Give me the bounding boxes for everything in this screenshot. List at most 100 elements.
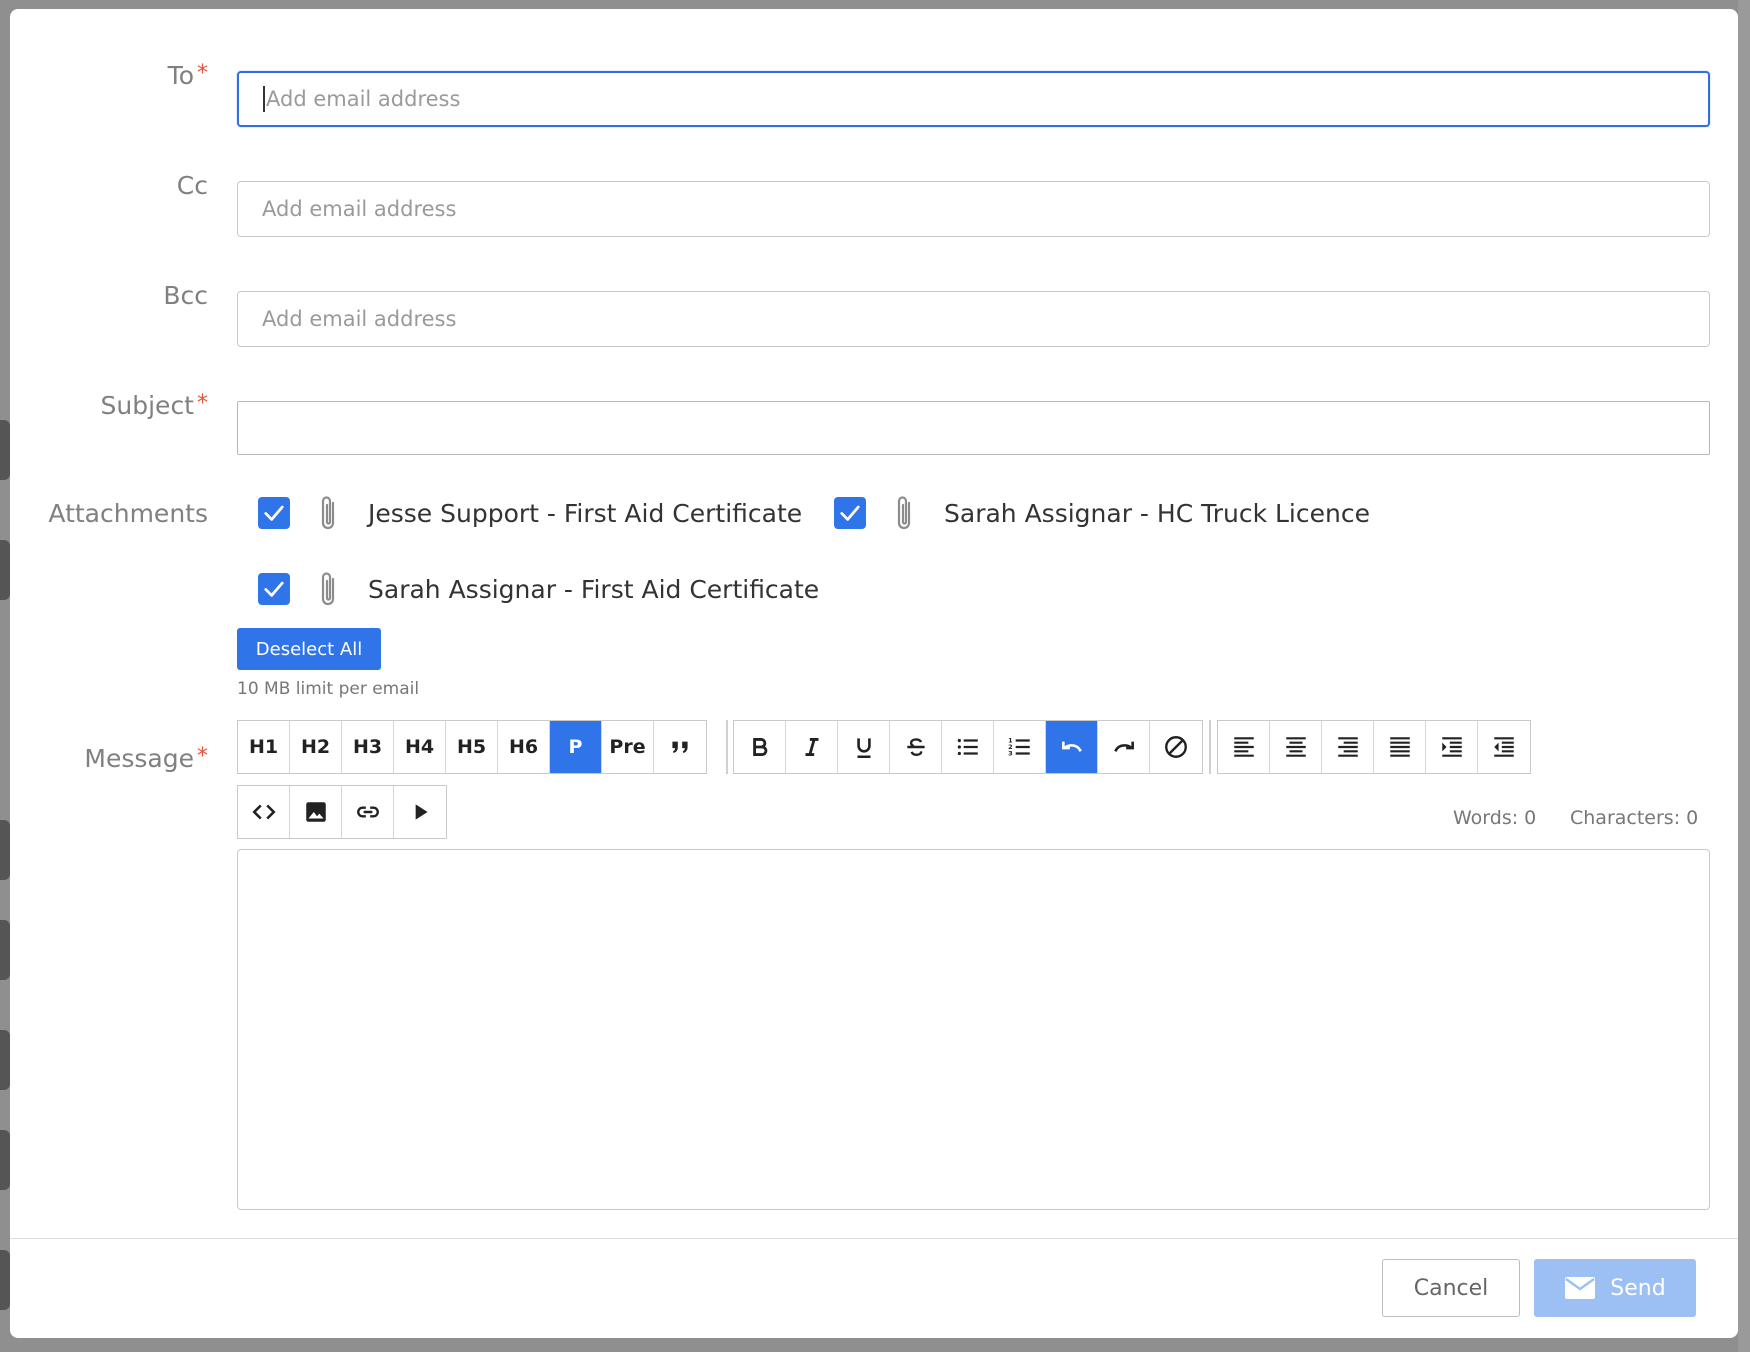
h5-button[interactable]: H5 bbox=[446, 721, 498, 773]
bullet-list-icon bbox=[957, 738, 978, 756]
paperclip-icon bbox=[892, 493, 920, 533]
outdent-icon bbox=[1494, 737, 1514, 757]
footer-divider bbox=[10, 1238, 1738, 1239]
strikethrough-button[interactable] bbox=[890, 721, 942, 773]
insert-toolbar bbox=[237, 785, 447, 839]
attachment-item[interactable]: Jesse Support - First Aid Certificate bbox=[258, 493, 802, 533]
numbered-list-button[interactable]: 123 bbox=[994, 721, 1046, 773]
paperclip-icon bbox=[316, 569, 344, 609]
message-editor[interactable] bbox=[237, 849, 1710, 1210]
backdrop-avatar bbox=[0, 920, 10, 980]
code-button[interactable] bbox=[238, 786, 290, 838]
backdrop-avatar bbox=[0, 1250, 10, 1310]
clear-format-icon bbox=[1165, 736, 1187, 758]
attachment-checkbox[interactable] bbox=[258, 573, 290, 605]
check-icon bbox=[840, 505, 860, 521]
redo-button[interactable] bbox=[1098, 721, 1150, 773]
bold-icon bbox=[752, 738, 767, 756]
backdrop-avatar bbox=[0, 1130, 10, 1190]
backdrop-avatar bbox=[0, 540, 10, 600]
numbered-list-icon: 123 bbox=[1008, 737, 1030, 758]
attachment-name: Sarah Assignar - HC Truck Licence bbox=[944, 498, 1370, 528]
toolbar-divider bbox=[726, 720, 728, 774]
bcc-label: Bcc bbox=[163, 281, 208, 310]
align-center-icon bbox=[1285, 737, 1306, 757]
backdrop-page bbox=[1738, 0, 1750, 1352]
align-left-button[interactable] bbox=[1218, 721, 1270, 773]
cc-input[interactable]: Add email address bbox=[237, 181, 1710, 237]
check-icon bbox=[264, 505, 284, 521]
attachment-checkbox[interactable] bbox=[834, 497, 866, 529]
clear-format-button[interactable] bbox=[1150, 721, 1202, 773]
paragraph-button[interactable]: P bbox=[550, 721, 602, 773]
blockquote-button[interactable] bbox=[654, 721, 706, 773]
character-count: Characters: 0 bbox=[1570, 807, 1699, 829]
attachment-limit-text: 10 MB limit per email bbox=[237, 679, 420, 699]
to-input[interactable]: Add email address bbox=[237, 71, 1710, 127]
bold-button[interactable] bbox=[734, 721, 786, 773]
link-button[interactable] bbox=[342, 786, 394, 838]
to-label: To * bbox=[167, 61, 208, 90]
attachment-name: Sarah Assignar - First Aid Certificate bbox=[368, 574, 820, 604]
align-right-icon bbox=[1337, 737, 1358, 757]
undo-button[interactable] bbox=[1046, 721, 1098, 773]
cc-placeholder: Add email address bbox=[262, 197, 457, 221]
h2-button[interactable]: H2 bbox=[290, 721, 342, 773]
indent-icon bbox=[1441, 737, 1462, 757]
email-compose-dialog: To * Add email address Cc Add email addre… bbox=[10, 9, 1738, 1338]
word-count: Words: 0 bbox=[1453, 807, 1537, 829]
redo-icon bbox=[1113, 741, 1134, 752]
alignment-toolbar bbox=[1217, 720, 1531, 774]
paperclip-icon bbox=[316, 493, 344, 533]
cancel-button[interactable]: Cancel bbox=[1382, 1259, 1520, 1317]
align-justify-button[interactable] bbox=[1374, 721, 1426, 773]
backdrop-avatar bbox=[0, 820, 10, 880]
preformatted-button[interactable]: Pre bbox=[602, 721, 654, 773]
code-icon bbox=[251, 804, 276, 820]
video-button[interactable] bbox=[394, 786, 446, 838]
bullet-list-button[interactable] bbox=[942, 721, 994, 773]
bcc-input[interactable]: Add email address bbox=[237, 291, 1710, 347]
deselect-all-button[interactable]: Deselect All bbox=[237, 628, 381, 670]
send-label: Send bbox=[1610, 1275, 1666, 1301]
undo-icon bbox=[1061, 741, 1082, 752]
italic-button[interactable] bbox=[786, 721, 838, 773]
attachment-name: Jesse Support - First Aid Certificate bbox=[368, 498, 803, 528]
image-icon bbox=[305, 802, 326, 822]
attachment-checkbox[interactable] bbox=[258, 497, 290, 529]
subject-label: Subject * bbox=[100, 391, 208, 420]
quote-icon bbox=[672, 741, 688, 753]
underline-button[interactable] bbox=[838, 721, 890, 773]
strikethrough-icon bbox=[906, 738, 925, 756]
outdent-button[interactable] bbox=[1478, 721, 1530, 773]
svg-text:3: 3 bbox=[1008, 750, 1013, 758]
h3-button[interactable]: H3 bbox=[342, 721, 394, 773]
text-caret bbox=[263, 86, 265, 112]
image-button[interactable] bbox=[290, 786, 342, 838]
align-left-icon bbox=[1233, 737, 1254, 757]
send-button[interactable]: Send bbox=[1534, 1259, 1696, 1317]
backdrop-avatar bbox=[0, 420, 10, 480]
message-label: Message * bbox=[84, 744, 208, 773]
h6-button[interactable]: H6 bbox=[498, 721, 550, 773]
check-icon bbox=[264, 581, 284, 597]
underline-icon bbox=[856, 738, 871, 759]
video-icon bbox=[415, 804, 428, 820]
h1-button[interactable]: H1 bbox=[238, 721, 290, 773]
subject-input[interactable] bbox=[237, 401, 1710, 455]
bcc-placeholder: Add email address bbox=[262, 307, 457, 331]
italic-icon bbox=[805, 738, 818, 756]
h4-button[interactable]: H4 bbox=[394, 721, 446, 773]
align-right-button[interactable] bbox=[1322, 721, 1374, 773]
cc-label: Cc bbox=[176, 171, 208, 200]
backdrop-avatar bbox=[0, 1030, 10, 1090]
attachment-item[interactable]: Sarah Assignar - First Aid Certificate bbox=[258, 569, 819, 609]
align-justify-icon bbox=[1389, 737, 1410, 757]
to-placeholder: Add email address bbox=[266, 87, 461, 111]
align-center-button[interactable] bbox=[1270, 721, 1322, 773]
mail-icon bbox=[1565, 1277, 1596, 1299]
link-icon bbox=[356, 806, 379, 818]
attachment-item[interactable]: Sarah Assignar - HC Truck Licence bbox=[834, 493, 1370, 533]
toolbar-divider bbox=[1209, 720, 1211, 774]
indent-button[interactable] bbox=[1426, 721, 1478, 773]
